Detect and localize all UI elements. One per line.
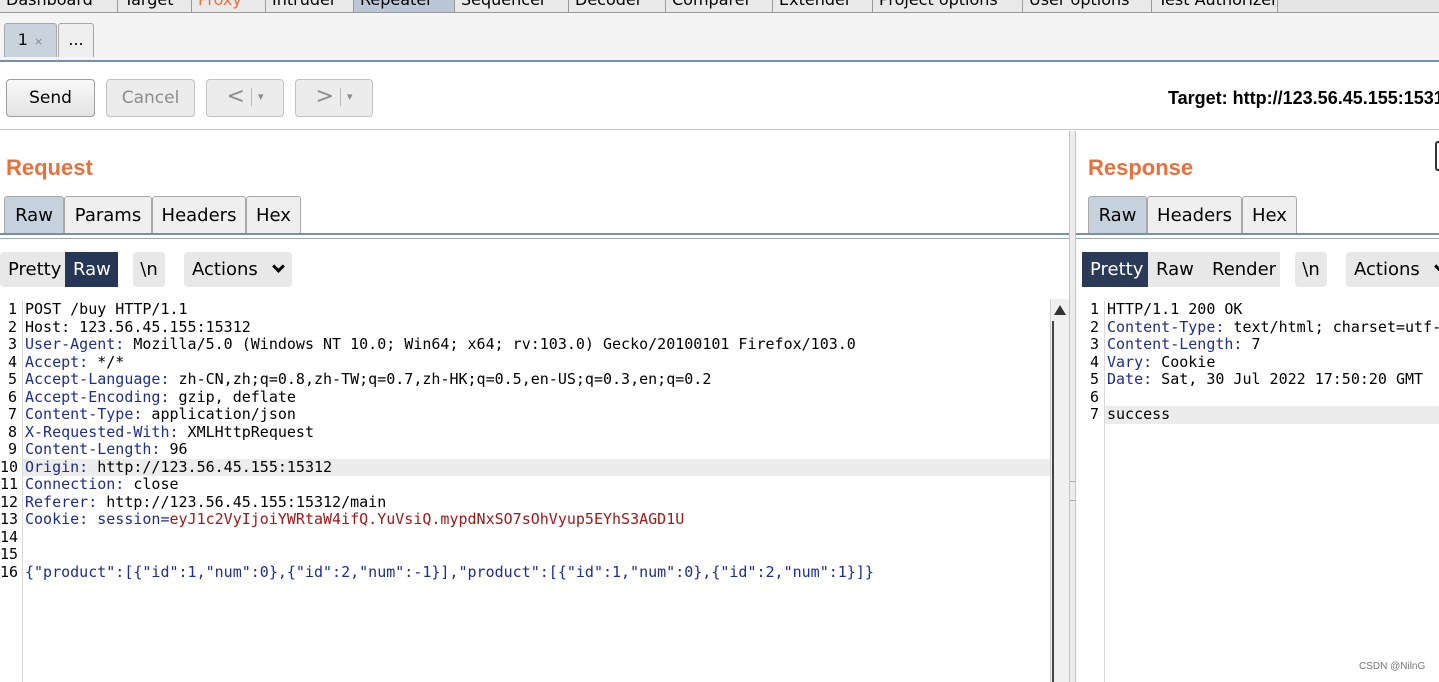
tab-intruder[interactable]: Intruder — [266, 0, 354, 12]
dropdown-icon: ▾ — [346, 90, 353, 103]
cancel-button[interactable]: Cancel — [106, 79, 195, 117]
tab-underline — [0, 238, 1069, 239]
scroll-up-icon[interactable] — [1054, 305, 1066, 315]
tab-test-authorizer[interactable]: Test Authorizer — [1152, 0, 1278, 12]
session-cookie-value: eyJ1c2VyIjoiYWRtaW4ifQ.YuVsiQ.mypdNxSO7s… — [169, 510, 685, 528]
actions-label: Actions — [192, 259, 258, 280]
actions-dropdown[interactable]: Actions — [1346, 252, 1439, 287]
pane-layout-button[interactable] — [1435, 141, 1439, 171]
pane-splitter[interactable] — [1069, 131, 1076, 682]
raw-button[interactable]: Raw — [1148, 252, 1204, 287]
request-format-toggle: Pretty Raw — [0, 252, 118, 287]
forward-button[interactable]: > ▾ — [295, 79, 373, 117]
raw-button[interactable]: Raw — [65, 252, 118, 287]
actions-label: Actions — [1354, 259, 1420, 280]
tab-extender[interactable]: Extender — [773, 0, 873, 12]
chevron-right-icon: > — [315, 84, 334, 109]
tab-target[interactable]: Target — [118, 0, 192, 12]
response-tab-raw[interactable]: Raw — [1088, 196, 1147, 234]
newline-toggle[interactable]: \n — [133, 252, 165, 287]
back-button[interactable]: < ▾ — [206, 79, 284, 117]
send-button[interactable]: Send — [6, 79, 95, 117]
pretty-button[interactable]: Pretty — [1082, 252, 1148, 287]
chevron-left-icon: < — [226, 84, 245, 109]
chevron-down-icon — [1433, 260, 1439, 273]
tab-underline — [1076, 238, 1439, 239]
request-title: Request — [6, 155, 93, 180]
request-tab-raw[interactable]: Raw — [4, 196, 64, 234]
response-tab-hex[interactable]: Hex — [1242, 196, 1297, 234]
response-format-toggle: Pretty Raw Render — [1082, 252, 1280, 287]
tab-underline — [0, 233, 1069, 235]
request-tab-params[interactable]: Params — [64, 196, 152, 234]
main-tab-bar: Dashboard Target Proxy Intruder Repeater… — [0, 0, 1439, 13]
tab-comparer[interactable]: Comparer — [666, 0, 773, 12]
tab-sequencer[interactable]: Sequencer — [455, 0, 569, 12]
request-tab-headers[interactable]: Headers — [152, 196, 246, 234]
response-tab-headers[interactable]: Headers — [1147, 196, 1242, 234]
splitter-grip-icon — [1070, 481, 1075, 501]
watermark: CSDN @NilnG — [1359, 661, 1426, 672]
newline-toggle[interactable]: \n — [1295, 252, 1327, 287]
tab-underline — [1076, 233, 1439, 235]
tab-dashboard[interactable]: Dashboard — [0, 0, 118, 12]
newline-label: \n — [140, 259, 158, 280]
target-label[interactable]: Target: http://123.56.45.155:15312 — [1168, 88, 1439, 109]
request-tab-hex[interactable]: Hex — [246, 196, 301, 234]
tab-repeater[interactable]: Repeater — [354, 0, 455, 12]
tab-proxy[interactable]: Proxy — [192, 0, 266, 12]
new-tab-button[interactable]: ... — [58, 23, 94, 57]
scroll-thumb[interactable] — [1052, 321, 1068, 682]
actions-dropdown[interactable]: Actions — [184, 252, 292, 287]
response-title: Response — [1088, 155, 1194, 180]
render-button[interactable]: Render — [1204, 252, 1280, 287]
request-pane: Request Raw Params Headers Hex Pretty Raw… — [0, 131, 1069, 682]
repeater-tab-1[interactable]: 1 × — [4, 23, 57, 57]
tab-project-options[interactable]: Project options — [873, 0, 1023, 12]
tab-user-options[interactable]: User options — [1023, 0, 1152, 12]
newline-label: \n — [1302, 259, 1320, 280]
tab-decoder[interactable]: Decoder — [569, 0, 666, 12]
close-icon[interactable]: × — [34, 35, 43, 48]
chevron-down-icon — [271, 260, 285, 273]
repeater-tab-bar: 1 × ... — [0, 13, 1439, 62]
request-scrollbar[interactable] — [1050, 299, 1069, 682]
dropdown-icon: ▾ — [257, 90, 264, 103]
response-pane: Response Raw Headers Hex Pretty Raw Render… — [1076, 131, 1439, 682]
repeater-tab-1-label: 1 — [17, 30, 28, 49]
toolbar: Send Cancel < ▾ > ▾ Target: http://123.56.… — [0, 64, 1439, 130]
pretty-button[interactable]: Pretty — [0, 252, 65, 287]
